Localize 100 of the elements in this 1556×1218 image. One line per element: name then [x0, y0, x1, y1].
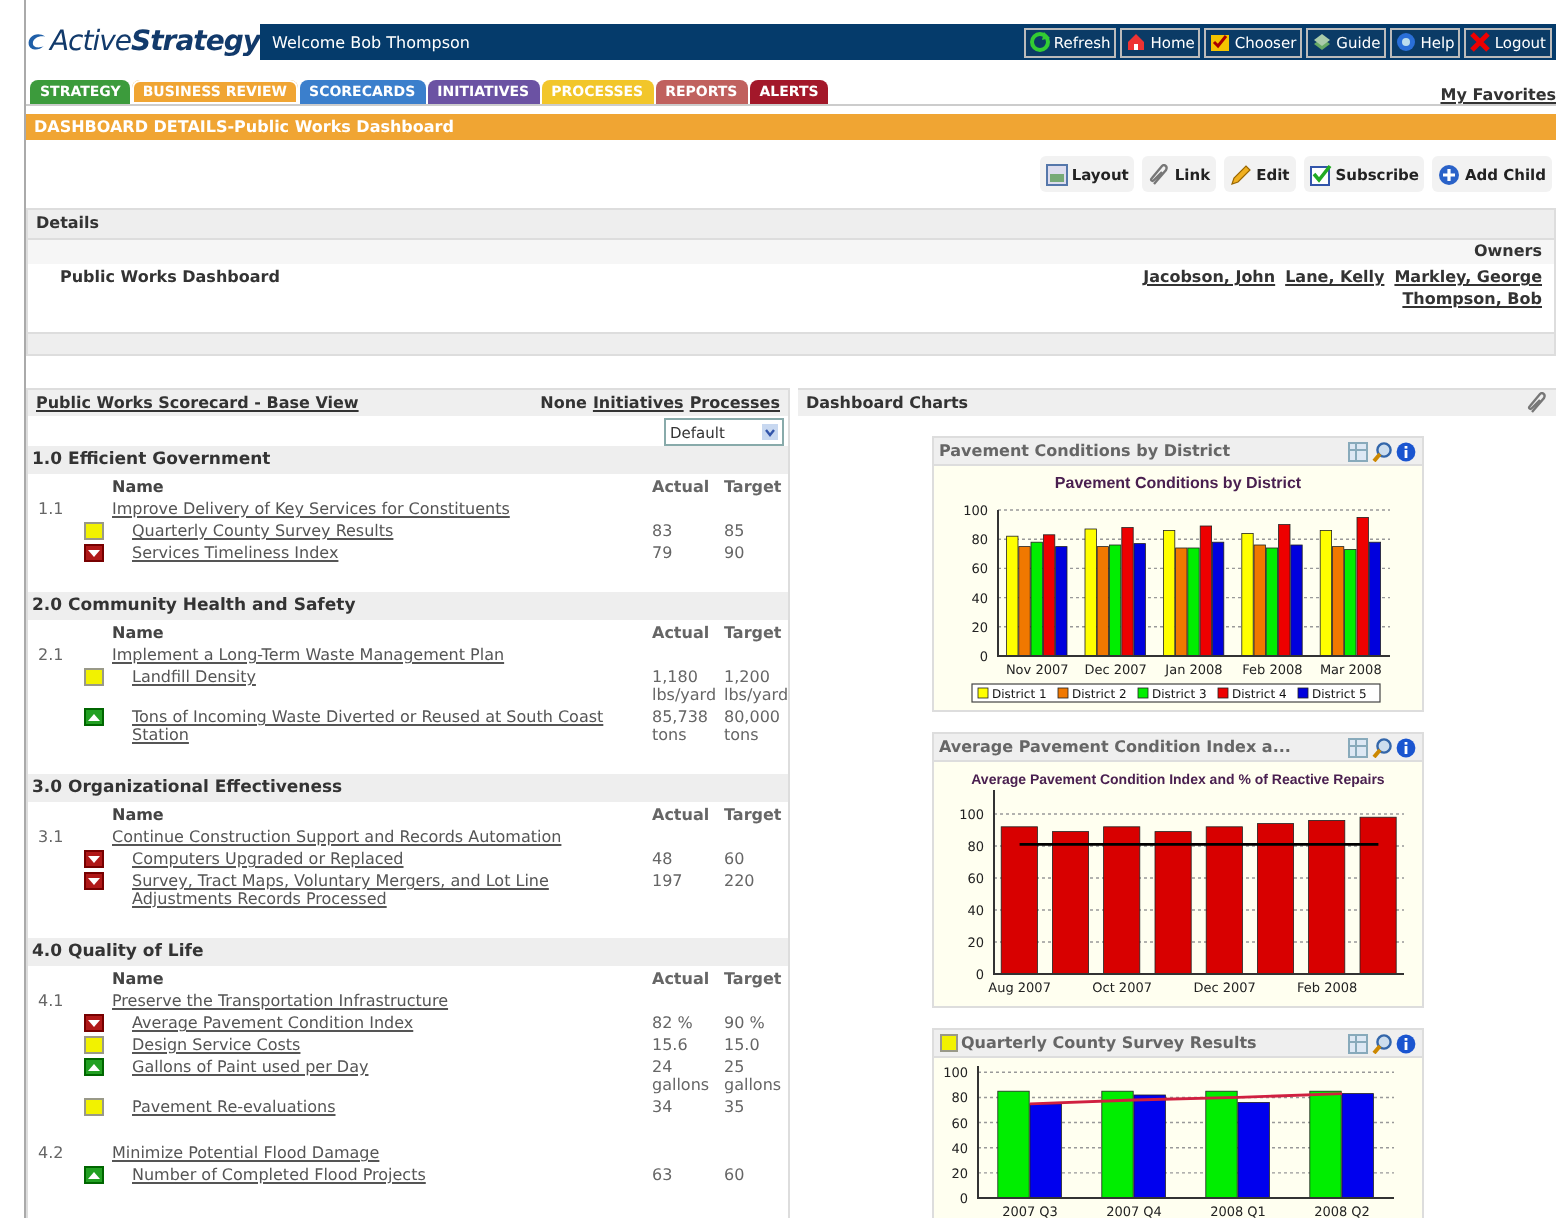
owner-link[interactable]: Jacobson, John — [1143, 268, 1276, 290]
target-value: 90 — [724, 544, 747, 562]
paperclip-icon — [1526, 392, 1548, 414]
bar — [1100, 1090, 1133, 1199]
column-header: Actual — [652, 806, 712, 824]
target-value: 85 — [724, 522, 747, 540]
objective-number: 1.1 — [38, 500, 66, 518]
objective-link[interactable]: Improve Delivery of Key Services for Constituents — [112, 500, 784, 518]
section-header: 3.0 Organizational Effectiveness — [28, 774, 788, 802]
owner-link[interactable]: Markley, George — [1394, 268, 1542, 290]
layout-icon — [1045, 163, 1068, 185]
actual-value: 34 — [652, 1098, 675, 1116]
actual-value: 197 — [652, 872, 685, 890]
checkbox-icon — [1309, 163, 1332, 185]
measure-link[interactable]: Quarterly County Survey Results — [132, 522, 652, 540]
info-icon — [1395, 441, 1415, 461]
owner-link[interactable]: Lane, Kelly — [1285, 268, 1385, 290]
checkmark-icon — [1210, 32, 1231, 52]
filter-link[interactable]: Initiatives — [592, 394, 684, 412]
legend-swatch — [1136, 687, 1148, 699]
actual-value: 24 gallons — [652, 1058, 712, 1094]
objective-link[interactable]: Implement a Long-Term Waste Management Plan — [112, 646, 784, 664]
panel-header: Details — [28, 210, 1554, 240]
target-value: 35 — [724, 1098, 747, 1116]
home-icon — [1126, 32, 1147, 52]
target-value: 1,200 lbs/yard — [724, 668, 784, 704]
section-header: 2.0 Community Health and Safety — [28, 592, 788, 620]
search-icon — [1371, 737, 1391, 757]
paperclip-icon — [1148, 163, 1171, 185]
close-icon — [1470, 32, 1491, 52]
measure-link[interactable]: Computers Upgraded or Replaced — [132, 850, 652, 868]
target-value: 15.0 — [724, 1036, 762, 1054]
section-header: 4.0 Quality of Life — [28, 938, 788, 966]
bar — [1132, 1094, 1165, 1199]
legend-swatch — [1296, 687, 1308, 699]
bar — [1340, 1093, 1373, 1199]
column-header: Target — [724, 970, 784, 988]
refresh-icon — [1029, 32, 1050, 52]
section-header: 1.0 Efficient Government — [28, 446, 788, 474]
measure-link[interactable]: Services Timeliness Index — [132, 544, 652, 562]
table-icon — [1347, 441, 1367, 461]
objective-number: 4.1 — [38, 992, 66, 1010]
column-header: Actual — [652, 478, 712, 496]
column-header: Target — [724, 624, 784, 642]
table-icon — [1347, 1033, 1367, 1053]
measure-link[interactable]: Design Service Costs — [132, 1036, 652, 1054]
actual-value: 48 — [652, 850, 675, 868]
search-icon — [1371, 1033, 1391, 1053]
owners-label: Owners — [28, 240, 1554, 264]
owner-link[interactable]: Thompson, Bob — [1402, 290, 1542, 312]
target-value: 80,000 tons — [724, 708, 782, 744]
actual-value: 79 — [652, 544, 675, 562]
chart-panel-title: Pavement Conditions by District — [939, 442, 1233, 460]
welcome-text: Welcome Bob Thompson — [272, 33, 472, 51]
actual-value: 82 % — [652, 1014, 695, 1032]
chart-panel-title: Quarterly County Survey Results — [961, 1034, 1259, 1052]
objective-link[interactable]: Minimize Potential Flood Damage — [112, 1144, 784, 1162]
table-icon — [1347, 737, 1367, 757]
swoosh-icon — [26, 28, 48, 56]
measure-link[interactable]: Tons of Incoming Waste Diverted or Reused at South Coast Station — [132, 708, 652, 744]
target-value: 60 — [724, 1166, 747, 1184]
filter-link[interactable]: Processes — [689, 394, 780, 412]
target-value: 90 % — [724, 1014, 767, 1032]
measure-link[interactable]: Number of Completed Flood Projects — [132, 1166, 652, 1184]
bar — [1028, 1103, 1061, 1199]
logo: ActiveStrategy — [49, 26, 260, 58]
measure-link[interactable]: Average Pavement Condition Index — [132, 1014, 652, 1032]
dropdown-arrow-icon — [762, 424, 778, 440]
bar — [1204, 1090, 1237, 1199]
objective-number: 4.2 — [38, 1144, 66, 1162]
measure-link[interactable]: Gallons of Paint used per Day — [132, 1058, 652, 1076]
target-value: 220 — [724, 872, 757, 890]
add-icon — [1438, 163, 1461, 185]
column-header: Target — [724, 478, 784, 496]
actual-value: 15.6 — [652, 1036, 690, 1054]
actual-value: 1,180 lbs/yard — [652, 668, 719, 704]
objective-number: 3.1 — [38, 828, 66, 846]
measure-link[interactable]: Survey, Tract Maps, Voluntary Mergers, and Lot Line Adjustments Records Processed — [132, 872, 652, 908]
actual-value: 85,738 tons — [652, 708, 710, 744]
column-header: Actual — [652, 970, 712, 988]
bar — [1236, 1102, 1269, 1199]
info-icon — [1395, 1033, 1415, 1053]
legend-swatch — [1056, 687, 1068, 699]
measure-link[interactable]: Landfill Density — [132, 668, 652, 686]
help-icon — [1396, 32, 1417, 52]
legend-swatch — [976, 687, 988, 699]
page-title: DASHBOARD DETAILS-Public Works Dashboard — [26, 114, 1556, 140]
scorecard-link[interactable]: Public Works Scorecard - Base View — [36, 394, 359, 412]
legend-swatch — [1216, 687, 1228, 699]
measure-link[interactable]: Pavement Re-evaluations — [132, 1098, 652, 1116]
objective-number: 2.1 — [38, 646, 66, 664]
panel-title: Dashboard Charts — [806, 394, 969, 412]
objective-link[interactable]: Preserve the Transportation Infrastructure — [112, 992, 784, 1010]
actual-value: 63 — [652, 1166, 675, 1184]
favorites-link[interactable]: My Favorites — [1440, 86, 1556, 104]
column-header: Name — [112, 806, 166, 824]
objective-link[interactable]: Continue Construction Support and Records Automation — [112, 828, 784, 846]
target-value: 60 — [724, 850, 747, 868]
chart-panel-title: Average Pavement Condition Index a... — [939, 738, 1293, 756]
pencil-icon — [1230, 163, 1253, 185]
